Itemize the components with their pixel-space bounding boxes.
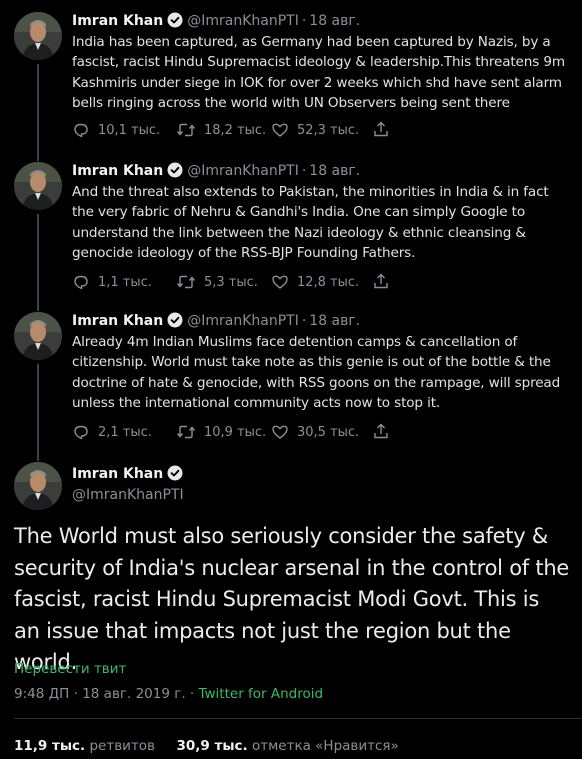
author-name[interactable]: Imran Khan	[72, 163, 163, 179]
divider	[14, 718, 582, 719]
verified-badge-icon	[167, 312, 183, 333]
share-icon	[374, 121, 388, 137]
likes-label: отметка «Нравится»	[251, 738, 399, 754]
separator-dot: ·	[73, 686, 78, 702]
author-handle[interactable]: @ImranKhanPTI	[187, 13, 299, 29]
heart-icon	[272, 123, 288, 137]
thread-connector-line	[37, 214, 39, 305]
thread-connector-line	[37, 305, 39, 311]
tweet-header: Imran Khan @ImranKhanPTI · 18 авг.	[72, 162, 360, 183]
author-handle[interactable]: @ImranKhanPTI	[187, 313, 299, 329]
heart-icon	[272, 425, 288, 439]
retweets-count: 11,9 тыс.	[14, 738, 86, 754]
separator-dot: ·	[301, 313, 307, 329]
thread-tweet-2[interactable]: Imran Khan @ImranKhanPTI · 18 авг. And the …	[0, 155, 582, 305]
tweet-full-date: 18 авг. 2019 г.	[82, 686, 186, 702]
reply-icon	[74, 123, 88, 138]
retweet-icon	[176, 123, 196, 137]
tweet-date[interactable]: 18 авг.	[309, 13, 360, 29]
heart-icon	[272, 275, 288, 289]
retweet-button[interactable]: 10,9 тыс.	[176, 422, 266, 442]
verified-badge-icon	[167, 12, 183, 33]
author-handle[interactable]: @ImranKhanPTI	[72, 485, 184, 505]
separator-dot: ·	[301, 163, 307, 179]
author-handle[interactable]: @ImranKhanPTI	[187, 163, 299, 179]
share-button[interactable]	[372, 120, 390, 142]
like-button[interactable]: 30,5 тыс.	[271, 422, 359, 442]
tweet-time: 9:48 ДП	[14, 686, 70, 702]
share-button[interactable]	[372, 272, 390, 294]
tweet-header: Imran Khan @ImranKhanPTI · 18 авг.	[72, 312, 360, 333]
like-count: 12,8 тыс.	[297, 274, 360, 290]
verified-badge-icon	[167, 465, 183, 487]
separator-dot: ·	[301, 13, 307, 29]
tweet-actions: 10,1 тыс. 18,2 тыс. 52,3 тыс.	[72, 120, 402, 140]
like-button[interactable]: 52,3 тыс.	[271, 120, 359, 140]
retweets-label: ретвитов	[89, 738, 156, 754]
thread-connector-line	[37, 155, 39, 161]
likes-stat[interactable]: 30,9 тыс. отметка «Нравится»	[177, 738, 399, 754]
retweet-icon	[176, 425, 196, 439]
likes-count: 30,9 тыс.	[176, 738, 248, 754]
like-count: 52,3 тыс.	[297, 122, 360, 138]
retweet-icon	[176, 275, 196, 289]
thread-tweet-3[interactable]: Imran Khan @ImranKhanPTI · 18 авг. Already …	[0, 305, 582, 455]
tweet-header: Imran Khan @ImranKhanPTI · 18 авг.	[72, 12, 360, 33]
retweet-count: 10,9 тыс.	[204, 424, 267, 440]
reply-icon	[74, 275, 88, 290]
reply-button[interactable]: 2,1 тыс.	[72, 422, 152, 442]
reply-count: 1,1 тыс.	[98, 274, 152, 290]
author-name[interactable]: Imran Khan	[72, 466, 163, 482]
tweet-date[interactable]: 18 авг.	[309, 163, 360, 179]
thread-tweet-1[interactable]: Imran Khan @ImranKhanPTI · 18 авг. India ha…	[0, 0, 582, 155]
avatar[interactable]	[14, 312, 62, 360]
thread-connector-line	[37, 64, 39, 155]
translate-tweet-link[interactable]: Перевести твит	[14, 661, 126, 677]
share-icon	[374, 423, 388, 439]
verified-badge-icon	[167, 162, 183, 183]
thread-connector-line	[37, 364, 39, 455]
tweet-date[interactable]: 18 авг.	[309, 313, 360, 329]
like-count: 30,5 тыс.	[297, 424, 360, 440]
tweet-text: The World must also seriously consider t…	[14, 524, 570, 674]
avatar[interactable]	[14, 162, 62, 210]
reply-count: 2,1 тыс.	[98, 424, 152, 440]
retweet-count: 18,2 тыс.	[204, 122, 267, 138]
retweet-button[interactable]: 18,2 тыс.	[176, 120, 266, 140]
author-name[interactable]: Imran Khan	[72, 13, 163, 29]
tweet-text: India has been captured, as Germany had …	[72, 34, 565, 111]
reply-button[interactable]: 10,1 тыс.	[72, 120, 160, 140]
retweet-count: 5,3 тыс.	[204, 274, 258, 290]
reply-button[interactable]: 1,1 тыс.	[72, 272, 152, 292]
avatar[interactable]	[14, 462, 62, 510]
thread-connector-line	[37, 455, 39, 461]
engagement-stats: 11,9 тыс. ретвитов 30,9 тыс. отметка «Нр…	[14, 738, 399, 754]
tweet-source-link[interactable]: Twitter for Android	[199, 686, 324, 702]
retweets-stat[interactable]: 11,9 тыс. ретвитов	[14, 738, 155, 754]
separator-dot: ·	[189, 686, 195, 702]
reply-count: 10,1 тыс.	[98, 122, 161, 138]
tweet-text: And the threat also extends to Pakistan,…	[72, 184, 549, 261]
tweet-actions: 2,1 тыс. 10,9 тыс. 30,5 тыс.	[72, 422, 402, 442]
tweet-header: Imran Khan	[72, 464, 187, 487]
tweet-meta: 9:48 ДП · 18 авг. 2019 г. · Twitter for …	[14, 686, 323, 702]
main-tweet: Imran Khan @ImranKhanPTI The World must …	[0, 455, 582, 759]
tweet-text: Already 4m Indian Muslims face detention…	[72, 334, 561, 411]
retweet-button[interactable]: 5,3 тыс.	[176, 272, 258, 292]
author-name[interactable]: Imran Khan	[72, 313, 163, 329]
reply-icon	[74, 425, 88, 440]
avatar[interactable]	[14, 12, 62, 60]
share-button[interactable]	[372, 422, 390, 444]
like-button[interactable]: 12,8 тыс.	[271, 272, 359, 292]
tweet-actions: 1,1 тыс. 5,3 тыс. 12,8 тыс.	[72, 272, 402, 292]
share-icon	[374, 273, 388, 289]
